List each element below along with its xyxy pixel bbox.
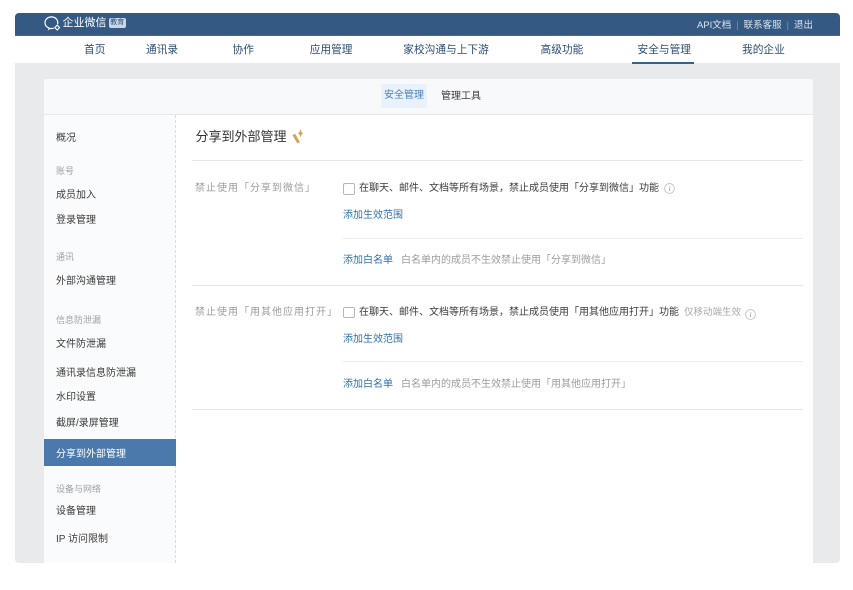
svg-text:i: i	[668, 184, 670, 193]
svg-text:i: i	[749, 310, 751, 319]
